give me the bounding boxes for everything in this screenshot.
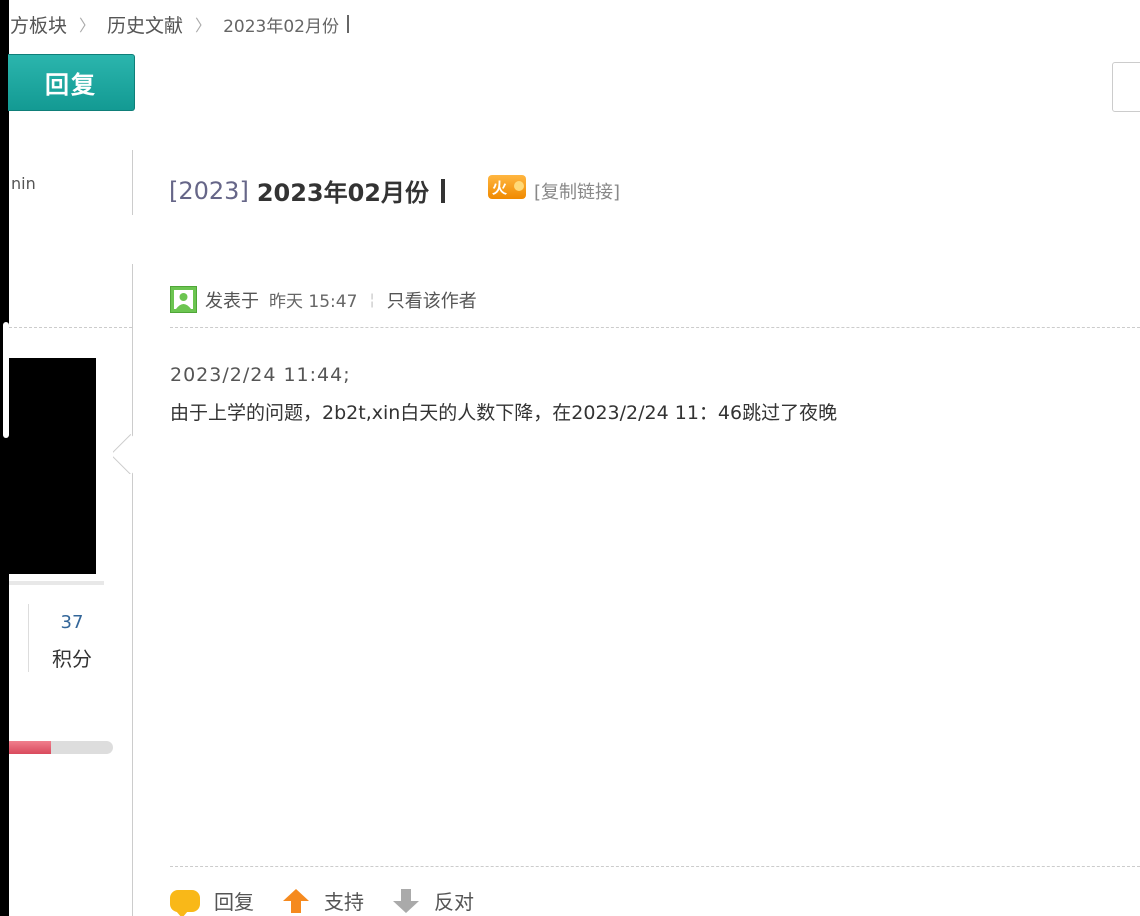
- breadcrumb-end-bar: [346, 15, 349, 33]
- dashed-divider: [170, 327, 1140, 328]
- level-progress-fill: [9, 741, 51, 754]
- reply-action[interactable]: 回复: [170, 886, 254, 916]
- arrow-up-icon: [282, 888, 310, 914]
- post-meta: 发表于 昨天 15:47 ¦ 只看该作者: [170, 286, 477, 313]
- breadcrumb-item-board[interactable]: 方板块: [10, 11, 67, 38]
- avatar-shadow: [9, 581, 104, 585]
- points-label: 积分: [52, 647, 92, 671]
- post-time: 昨天 15:47: [269, 292, 358, 312]
- oppose-action[interactable]: 反对: [392, 886, 474, 915]
- breadcrumb-separator: 〉: [195, 16, 212, 35]
- level-progress-bar: [9, 741, 113, 754]
- user-icon: [170, 286, 197, 313]
- divider-pointer: [113, 434, 133, 474]
- post-body: 2023/2/24 11:44; 由于上学的问题，2b2t,xin白天的人数下降…: [170, 356, 837, 432]
- thread-title: [2023] 2023年02月份: [169, 173, 446, 208]
- reply-action-label: 回复: [214, 890, 254, 914]
- support-action-label: 支持: [324, 890, 364, 914]
- stat-divider: [28, 604, 29, 672]
- column-divider: [132, 264, 133, 916]
- oppose-action-label: 反对: [434, 890, 474, 914]
- reply-button[interactable]: 回复: [8, 54, 135, 111]
- breadcrumb-separator: 〉: [79, 16, 96, 35]
- title-end-bar: [441, 178, 446, 203]
- dashed-divider: [9, 327, 132, 328]
- meta-separator: ¦: [369, 290, 375, 309]
- author-name[interactable]: nin: [11, 174, 36, 193]
- posted-label: 发表于: [205, 290, 259, 312]
- copy-link-button[interactable]: [复制链接]: [534, 178, 620, 204]
- only-author-link[interactable]: 只看该作者: [387, 287, 477, 313]
- post-actions: 回复 支持 反对: [170, 886, 502, 916]
- right-edge-control[interactable]: [1112, 62, 1140, 112]
- post-body-line: 由于上学的问题，2b2t,xin白天的人数下降，在2023/2/24 11：46…: [170, 402, 838, 424]
- thread-category[interactable]: [2023]: [169, 177, 249, 205]
- page-title: 2023年02月份: [256, 179, 430, 207]
- hot-icon: 火: [488, 175, 526, 199]
- breadcrumb-item-current: 2023年02月份: [223, 16, 339, 37]
- post-body-line: 2023/2/24 11:44;: [170, 364, 351, 386]
- points-value[interactable]: 37: [30, 612, 114, 633]
- breadcrumb: 方板块 〉 历史文献 〉 2023年02月份: [10, 11, 349, 37]
- left-dark-edge: [0, 0, 9, 916]
- dashed-divider: [170, 866, 1140, 867]
- support-action[interactable]: 支持: [282, 886, 364, 915]
- speech-bubble-icon: [170, 889, 200, 916]
- breadcrumb-item-history[interactable]: 历史文献: [107, 11, 183, 38]
- arrow-down-icon: [392, 888, 420, 914]
- avatar[interactable]: [9, 358, 96, 574]
- column-divider: [132, 150, 133, 215]
